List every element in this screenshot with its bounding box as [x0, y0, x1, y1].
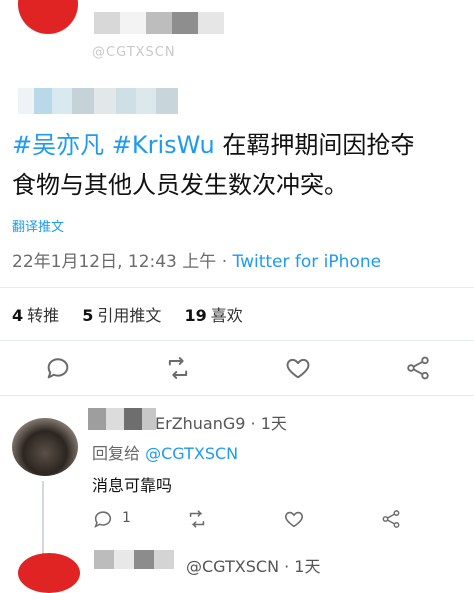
like-icon[interactable] [284, 354, 312, 382]
mention-link[interactable]: @CGTXSCN [145, 444, 238, 463]
pixelated-display-name [94, 550, 174, 569]
hashtag-link[interactable]: #吴亦凡 [12, 131, 104, 159]
tweet-text: #吴亦凡 #KrisWu 在羁押期间因抢夺 食物与其他人员发生数次冲突。 [12, 125, 467, 205]
reply-text: 消息可靠吗 [92, 476, 173, 495]
hashtag-link[interactable]: #KrisWu [112, 131, 215, 159]
tweet-text-line1: 在羁押期间因抢夺 [214, 131, 415, 159]
reply-icon[interactable] [92, 508, 114, 530]
translate-link[interactable]: 翻译推文 [12, 216, 64, 235]
retweet-icon[interactable] [164, 354, 192, 382]
reply-name[interactable]: ErZhuanG9 · 1天 [155, 410, 287, 434]
timestamp[interactable]: 22年1月12日, 12:43 上午 [12, 252, 216, 272]
pixelated-username [94, 12, 224, 34]
source-link[interactable]: Twitter for iPhone [233, 252, 382, 272]
separator-dot: · [221, 252, 228, 272]
like-stat[interactable]: 19 喜欢 [185, 306, 243, 325]
pixelated-line [18, 88, 178, 114]
divider [0, 340, 474, 341]
tweet-text-line2: 食物与其他人员发生数次冲突。 [12, 171, 348, 199]
quote-stat[interactable]: 5 引用推文 [82, 306, 161, 325]
next-tweet-handle[interactable]: @CGTXSCN · 1天 [186, 553, 320, 577]
retweet-stat[interactable]: 4 转推 [12, 306, 59, 325]
tweet-meta: 22年1月12日, 12:43 上午 · Twitter for iPhone [12, 247, 381, 272]
reply-avatar[interactable] [12, 418, 78, 476]
divider [0, 287, 474, 288]
action-bar [0, 354, 474, 386]
tweet-stats: 4 转推 5 引用推文 19 喜欢 [12, 302, 261, 326]
reply-icon[interactable] [44, 354, 72, 382]
next-tweet-avatar[interactable] [18, 553, 80, 593]
share-icon[interactable] [404, 354, 432, 382]
share-icon[interactable] [380, 508, 402, 530]
reply-count: 1 [122, 510, 131, 526]
faded-handle: @CGTXSCN [92, 45, 176, 60]
like-icon[interactable] [283, 508, 305, 530]
reply-tweet[interactable]: ErZhuanG9 · 1天 回复给 @CGTXSCN 消息可靠吗 1 [0, 396, 474, 571]
retweet-icon[interactable] [186, 508, 208, 530]
pixelated-display-name [88, 408, 156, 430]
top-avatar[interactable] [18, 0, 78, 34]
replying-to: 回复给 @CGTXSCN [92, 444, 239, 463]
